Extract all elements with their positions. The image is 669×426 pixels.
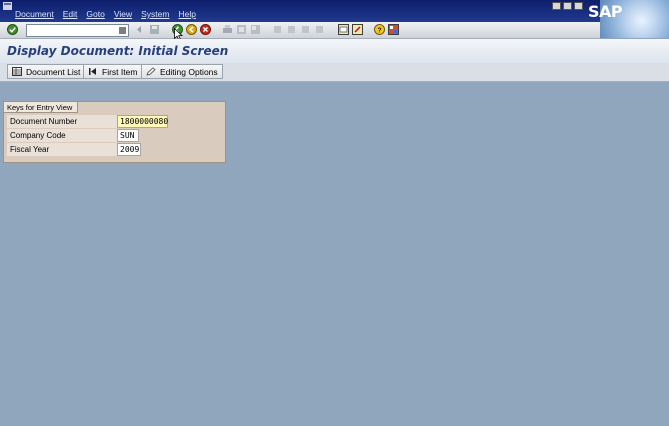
first-item-label: First Item	[102, 66, 138, 77]
keys-for-entry-view-frame: Keys for Entry View Document Number 1800…	[3, 101, 226, 163]
help-icon[interactable]: ?	[374, 24, 385, 35]
previous-page-icon[interactable]	[286, 24, 297, 35]
list-icon	[12, 67, 22, 76]
cancel-icon[interactable]	[200, 24, 211, 35]
company-code-field[interactable]: SUN	[117, 129, 139, 142]
menu-goto[interactable]: Goto	[86, 9, 104, 19]
exit-icon[interactable]	[186, 24, 197, 35]
document-list-button[interactable]: Document List	[7, 64, 86, 79]
first-item-icon	[89, 68, 96, 75]
document-number-label: Document Number	[7, 115, 120, 128]
save-icon[interactable]	[149, 24, 160, 35]
company-code-label: Company Code	[7, 129, 120, 142]
page-title: Display Document: Initial Screen	[7, 44, 229, 58]
shortcut-icon[interactable]	[352, 24, 363, 35]
layout-menu-icon[interactable]	[388, 24, 399, 35]
window-controls	[552, 2, 583, 10]
command-dropdown-icon[interactable]	[119, 27, 126, 34]
maximize-button[interactable]	[563, 2, 572, 10]
print-icon[interactable]	[222, 24, 233, 35]
editing-options-label: Editing Options	[160, 66, 218, 77]
document-list-label: Document List	[26, 66, 81, 77]
last-page-icon[interactable]	[314, 24, 325, 35]
system-menu-icon[interactable]	[3, 2, 12, 10]
create-session-icon[interactable]	[338, 24, 349, 35]
svg-text:?: ?	[377, 27, 381, 34]
first-item-button[interactable]: First Item	[83, 64, 143, 79]
fiscal-year-label: Fiscal Year	[7, 143, 120, 156]
back-arrow-icon[interactable]	[134, 24, 145, 35]
menu-bar: Document Edit Goto View System Help	[0, 0, 669, 22]
pencil-icon	[146, 67, 156, 76]
application-toolbar: Document List First Item Editing Options	[0, 63, 669, 82]
menu-view[interactable]: View	[114, 9, 132, 19]
minimize-button[interactable]	[552, 2, 561, 10]
command-field[interactable]	[26, 24, 129, 37]
enter-icon[interactable]	[7, 24, 18, 35]
frame-title: Keys for Entry View	[4, 102, 79, 113]
menu-help[interactable]: Help	[178, 9, 195, 19]
document-number-field[interactable]: 1800000080	[117, 115, 168, 128]
next-page-icon[interactable]	[300, 24, 311, 35]
menu-list: Document Edit Goto View System Help	[15, 9, 205, 19]
sap-logo: SAP	[588, 2, 623, 21]
first-page-icon[interactable]	[272, 24, 283, 35]
standard-toolbar: ?	[0, 22, 600, 39]
menu-document[interactable]: Document	[15, 9, 54, 19]
fiscal-year-field[interactable]: 2009	[117, 143, 141, 156]
menu-system[interactable]: System	[141, 9, 169, 19]
close-window-button[interactable]	[574, 2, 583, 10]
menu-edit[interactable]: Edit	[63, 9, 78, 19]
editing-options-button[interactable]: Editing Options	[141, 64, 223, 79]
find-next-icon[interactable]	[250, 24, 261, 35]
title-bar: Display Document: Initial Screen	[0, 39, 669, 63]
find-icon[interactable]	[236, 24, 247, 35]
